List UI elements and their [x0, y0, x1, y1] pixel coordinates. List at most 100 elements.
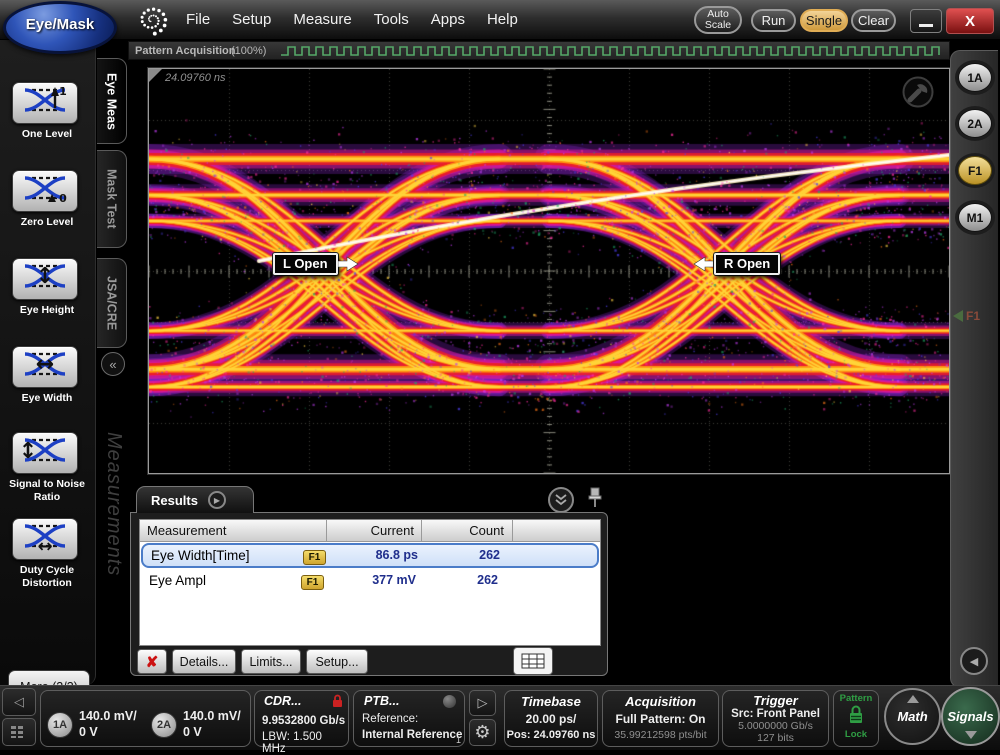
signals-label: Signals — [947, 709, 993, 724]
svg-text:↕: ↕ — [36, 264, 54, 289]
settings-button[interactable]: ⚙ — [469, 719, 496, 746]
source-m1-button[interactable]: M1 — [958, 203, 992, 232]
ptb-badge: 1 — [456, 735, 461, 745]
snr-button[interactable]: ↕ — [12, 432, 78, 474]
measurements-sidebar: 1 One Level 0 Zero Level ↕ Eye Height ↔ … — [0, 40, 96, 685]
grid-layout-button[interactable] — [2, 718, 36, 746]
menu-file[interactable]: File — [186, 11, 210, 28]
ptb-ref-label: Reference: — [362, 713, 418, 725]
cdr-rate: 9.9532800 Gb/s — [262, 715, 345, 727]
pin-icon[interactable] — [586, 486, 604, 510]
math-button[interactable]: Math — [884, 688, 941, 745]
channel-2a-badge: 2A — [151, 712, 177, 738]
acquisition-panel[interactable]: Acquisition Full Pattern: On 35.99212598… — [602, 690, 719, 747]
run-button[interactable]: Run — [751, 9, 796, 32]
source-rail: 1A 2A F1 M1 F1 ◀ — [950, 50, 998, 688]
results-minimize-button[interactable] — [548, 487, 574, 513]
pattern-lock-button[interactable]: Pattern Lock — [833, 690, 879, 747]
panel-collapse-left-button[interactable]: ◀ — [960, 647, 988, 675]
trigger-source: Src: Front Panel — [723, 708, 828, 720]
timebase-panel[interactable]: Timebase 20.00 ps/ Pos: 24.09760 ns — [504, 690, 598, 747]
col-count: Count — [469, 523, 504, 538]
run-pause-button[interactable]: ▷ — [469, 690, 496, 716]
acquisition-rate: 35.99212598 pts/bit — [603, 729, 718, 741]
channel-1a-offset: 0 V — [79, 725, 98, 739]
f1-source-badge: F1 — [303, 550, 326, 565]
tab-mask-test[interactable]: Mask Test — [97, 150, 127, 248]
minimize-button[interactable] — [910, 9, 942, 33]
eye-width-button[interactable]: ↔ — [12, 346, 78, 388]
source-f1-button[interactable]: F1 — [958, 156, 992, 185]
r-open-callout[interactable]: R Open — [692, 253, 780, 275]
squares-grid-icon — [11, 726, 27, 738]
timebase-position: Pos: 24.09760 ns — [505, 729, 597, 741]
setup-button[interactable]: Setup... — [306, 649, 368, 674]
zero-level-button[interactable]: 0 — [12, 170, 78, 212]
left-arrow-icon: ◀ — [970, 655, 978, 668]
chevron-double-down-icon — [554, 493, 568, 507]
menu-apps[interactable]: Apps — [431, 11, 465, 28]
tab-eye-meas[interactable]: Eye Meas — [97, 58, 127, 144]
eye-width-icon: ↔ — [21, 347, 69, 387]
menu-tools[interactable]: Tools — [374, 11, 409, 28]
current-value: 377 mV — [327, 573, 416, 587]
source-1a-button[interactable]: 1A — [958, 63, 992, 92]
trigger-bits: 127 bits — [723, 732, 828, 744]
menu-setup[interactable]: Setup — [232, 11, 271, 28]
result-row-eye-ampl[interactable]: Eye Ampl F1 377 mV 262 — [141, 570, 599, 595]
ptb-title: PTB... — [364, 694, 399, 708]
eye-height-button[interactable]: ↕ — [12, 258, 78, 300]
cdr-lbw: LBW: 1.500 MHz — [262, 731, 348, 755]
results-tab[interactable]: Results ▶ — [136, 486, 254, 513]
dcd-button[interactable]: ↔ — [12, 518, 78, 560]
cdr-panel[interactable]: CDR... 9.9532800 Gb/s LBW: 1.500 MHz — [254, 690, 349, 747]
table-view-button[interactable] — [513, 647, 553, 675]
play-outline-icon: ▷ — [478, 695, 488, 711]
details-button[interactable]: Details... — [172, 649, 236, 674]
menu-measure[interactable]: Measure — [293, 11, 351, 28]
ptb-panel[interactable]: PTB... Reference: Internal Reference 1 — [353, 690, 465, 747]
pattern-lock-label-top: Pattern — [834, 693, 878, 704]
l-open-callout[interactable]: L Open — [273, 253, 360, 275]
svg-text:0: 0 — [59, 192, 67, 205]
close-button[interactable]: X — [946, 8, 994, 34]
one-level-button[interactable]: 1 — [12, 82, 78, 124]
measurements-watermark: Measurements — [102, 432, 125, 576]
zero-level-label: Zero Level — [0, 216, 94, 229]
delete-measurement-button[interactable]: ✘ — [137, 649, 167, 674]
results-tab-label: Results — [151, 493, 198, 508]
channel-2a-scale: 140.0 mV/ — [183, 709, 241, 723]
sidebar-collapse-button[interactable]: « — [101, 352, 125, 376]
single-button[interactable]: Single — [800, 9, 848, 32]
arrow-right-icon — [338, 256, 360, 272]
result-row-eye-width[interactable]: Eye Width[Time] F1 86.8 ps 262 — [141, 543, 599, 568]
one-level-label: One Level — [0, 128, 94, 141]
eye-width-label: Eye Width — [0, 392, 94, 405]
clear-button[interactable]: Clear — [851, 9, 896, 32]
source-2a-button[interactable]: 2A — [958, 109, 992, 138]
tab-jsa-cre[interactable]: JSA/CRE — [97, 258, 127, 348]
channels-panel[interactable]: 1A 140.0 mV/ 0 V 2A 140.0 mV/ 0 V — [40, 690, 251, 747]
channel-1a-badge: 1A — [47, 712, 73, 738]
triangle-left-icon: ◁ — [14, 694, 24, 710]
f1-source-badge: F1 — [301, 575, 324, 590]
wrench-icon[interactable] — [901, 75, 935, 109]
svg-text:↔: ↔ — [37, 536, 52, 554]
dcd-label: Duty Cycle Distortion — [0, 564, 94, 590]
results-play-button[interactable]: ▶ — [208, 491, 226, 509]
nav-back-button[interactable]: ◁ — [2, 688, 36, 716]
signals-button[interactable]: Signals — [941, 687, 1000, 746]
menu-help[interactable]: Help — [487, 11, 518, 28]
auto-scale-button[interactable]: Auto Scale — [694, 6, 742, 34]
trigger-panel[interactable]: Trigger Src: Front Panel 5.0000000 Gb/s … — [722, 690, 829, 747]
eye-canvas — [149, 69, 949, 473]
channel-2a-offset: 0 V — [183, 725, 202, 739]
results-table: Measurement Current Count Eye Width[Time… — [139, 519, 601, 646]
trigger-rate: 5.0000000 Gb/s — [723, 720, 828, 732]
starburst-icon — [132, 1, 172, 41]
limits-button[interactable]: Limits... — [241, 649, 301, 674]
app-mode-logo[interactable]: Eye/Mask — [3, 1, 117, 54]
acquisition-title: Acquisition — [603, 694, 718, 709]
lock-icon — [331, 693, 344, 708]
acquisition-mode: Full Pattern: On — [603, 712, 718, 726]
